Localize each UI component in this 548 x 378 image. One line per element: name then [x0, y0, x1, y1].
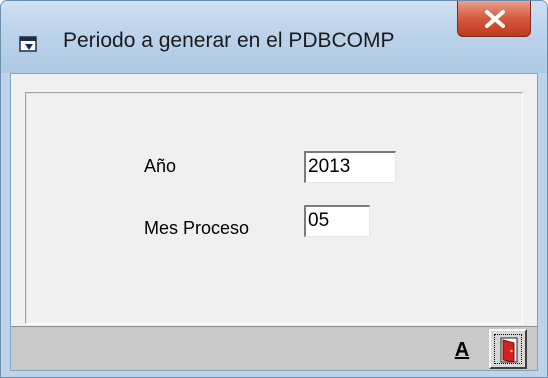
window-title: Periodo a generar en el PDBCOMP — [63, 29, 395, 52]
year-label: Año — [144, 156, 177, 176]
dialog-window: Periodo a generar en el PDBCOMP Año 2013… — [0, 0, 548, 378]
accept-button[interactable]: A — [447, 333, 477, 367]
close-x-icon — [485, 10, 505, 28]
window-app-icon — [19, 35, 39, 53]
month-input[interactable]: 05 — [304, 205, 370, 237]
bottom-toolbar: A — [11, 326, 537, 370]
form-panel: Año 2013 Mes Proceso 05 — [25, 92, 523, 324]
client-area: Año 2013 Mes Proceso 05 A — [10, 73, 538, 371]
close-button[interactable] — [457, 1, 531, 37]
month-label: Mes Proceso — [144, 218, 250, 238]
exit-button[interactable] — [489, 329, 527, 369]
exit-door-icon — [500, 337, 518, 363]
title-bar[interactable]: Periodo a generar en el PDBCOMP — [1, 1, 547, 73]
year-input[interactable]: 2013 — [304, 151, 396, 183]
